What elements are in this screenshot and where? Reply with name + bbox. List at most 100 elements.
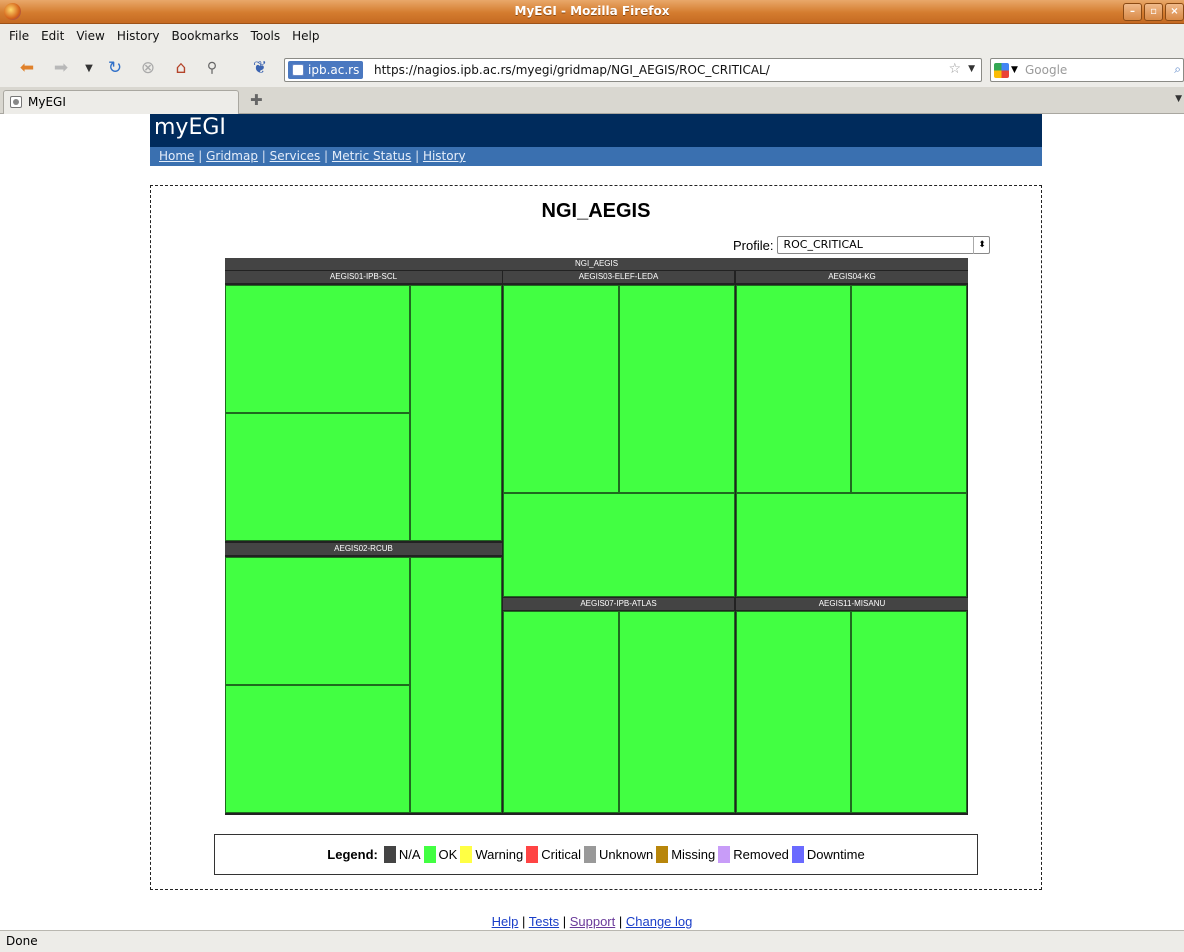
nav-services[interactable]: Services [270,149,321,163]
legend-swatch [656,846,669,863]
service-cell[interactable] [410,557,502,813]
url-bar[interactable]: ipb.ac.rs https://nagios.ipb.ac.rs/myegi… [284,58,982,82]
tab-bar: MyEGI ✚ ▼ [0,87,1184,114]
site-header-aegis02[interactable]: AEGIS02-RCUB [225,543,502,555]
search-bar[interactable]: ▼ Google ⌕ [990,58,1184,82]
menu-history[interactable]: History [111,29,166,43]
legend-swatch [460,846,473,863]
navigation-toolbar: ⬅ ➡ ▼ ↻ ⊗ ⌂ ⚲ ❦ ipb.ac.rs https://nagios… [0,47,1184,87]
footer-links: Help | Tests | Support | Change log [491,914,693,929]
service-cell[interactable] [736,611,851,813]
site-identity-label: ipb.ac.rs [308,63,360,77]
legend-label: Legend: [327,847,378,862]
window-title-bar: MyEGI - Mozilla Firefox – ▫ × [0,0,1184,24]
extension-icon[interactable]: ❦ [249,57,271,79]
profile-selector: Profile: ROC_CRITICAL ⬍ [733,236,991,254]
service-cell[interactable] [736,493,967,597]
legend-swatch [526,846,539,863]
legend-item-unknown: Unknown [581,846,653,863]
site-header-aegis11[interactable]: AEGIS11-MISANU [736,598,968,610]
engine-dropdown-icon: ▼ [1011,65,1018,75]
site-nav: Home | Gridmap | Services | Metric Statu… [150,147,1042,166]
service-cell[interactable] [225,285,410,413]
service-cell[interactable] [503,611,619,813]
back-icon[interactable]: ⬅ [16,57,38,79]
service-cell[interactable] [619,611,735,813]
service-cell[interactable] [851,611,967,813]
tab-favicon-icon [10,96,22,108]
page-title: NGI_AEGIS [541,200,651,222]
plugin-icon[interactable]: ⚲ [201,57,223,79]
tab-list-icon[interactable]: ▼ [1175,94,1182,104]
google-icon [994,62,1009,78]
service-cell[interactable] [410,285,502,541]
nav-metric-status[interactable]: Metric Status [332,149,411,163]
site-header-aegis04[interactable]: AEGIS04-KG [736,271,968,283]
history-dropdown-icon[interactable]: ▼ [78,57,100,79]
legend-item-warning: Warning [457,846,523,863]
profile-label: Profile: [733,237,774,253]
bookmark-star-icon[interactable]: ☆ [948,61,961,77]
search-go-icon[interactable]: ⌕ [1174,62,1181,77]
footer-support-link[interactable]: Support [570,914,616,929]
menu-tools[interactable]: Tools [245,29,287,43]
footer-tests-link[interactable]: Tests [529,914,559,929]
site-identity-badge[interactable]: ipb.ac.rs [288,61,364,79]
myegi-logo[interactable]: myEGI [154,115,226,140]
profile-select[interactable]: ROC_CRITICAL ⬍ [777,236,991,254]
gridmap-root-header: NGI_AEGIS [225,258,968,270]
menu-edit[interactable]: Edit [35,29,70,43]
select-arrows-icon: ⬍ [973,236,989,254]
new-tab-icon[interactable]: ✚ [250,91,263,109]
maximize-button[interactable]: ▫ [1144,3,1163,21]
search-engine-selector[interactable]: ▼ [994,62,1022,78]
site-header-aegis07[interactable]: AEGIS07-IPB-ATLAS [503,598,734,610]
service-cell[interactable] [619,285,735,493]
service-cell[interactable] [736,285,851,493]
close-button[interactable]: × [1165,3,1184,21]
site-favicon-icon [292,64,304,76]
tab-myegi[interactable]: MyEGI [3,90,239,114]
url-text[interactable]: https://nagios.ipb.ac.rs/myegi/gridmap/N… [374,63,770,77]
menu-help[interactable]: Help [286,29,325,43]
legend-item-na: N/A [381,846,421,863]
service-cell[interactable] [503,493,735,597]
site-header-aegis03[interactable]: AEGIS03-ELEF-LEDA [503,271,734,283]
legend-swatch [583,846,596,863]
legend-item-downtime: Downtime [789,846,865,863]
service-cell[interactable] [225,413,410,541]
service-cell[interactable] [851,285,967,493]
reload-icon[interactable]: ↻ [104,57,126,79]
footer-help-link[interactable]: Help [492,914,519,929]
forward-icon[interactable]: ➡ [50,57,72,79]
service-cell[interactable] [225,685,410,813]
status-bar: Done [0,930,1184,952]
url-dropdown-icon[interactable]: ▼ [968,64,975,74]
site-header: myEGI [150,114,1042,147]
window-title: MyEGI - Mozilla Firefox [514,4,670,18]
menu-view[interactable]: View [70,29,110,43]
site-header-aegis01[interactable]: AEGIS01-IPB-SCL [225,271,502,283]
legend-swatch [423,846,436,863]
nav-gridmap[interactable]: Gridmap [206,149,258,163]
stop-icon[interactable]: ⊗ [137,57,159,79]
legend-swatch [791,846,804,863]
search-input[interactable]: Google [1025,63,1067,77]
footer-changelog-link[interactable]: Change log [626,914,693,929]
minimize-button[interactable]: – [1123,3,1142,21]
service-cell[interactable] [503,285,619,493]
legend-item-removed: Removed [715,846,789,863]
page-viewport: myEGI Home | Gridmap | Services | Metric… [0,114,1184,930]
legend-item-ok: OK [421,846,457,863]
tab-label: MyEGI [28,95,66,109]
legend: Legend: N/A OK Warning Critical Unknown … [214,834,978,875]
menu-bookmarks[interactable]: Bookmarks [166,29,245,43]
nav-history[interactable]: History [423,149,466,163]
legend-item-critical: Critical [523,846,581,863]
home-icon[interactable]: ⌂ [170,57,192,79]
nav-home[interactable]: Home [159,149,194,163]
menu-bar: File Edit View History Bookmarks Tools H… [0,24,1184,47]
gridmap: NGI_AEGIS AEGIS01-IPB-SCL AEGIS03-ELEF-L… [225,258,968,815]
service-cell[interactable] [225,557,410,685]
menu-file[interactable]: File [3,29,35,43]
